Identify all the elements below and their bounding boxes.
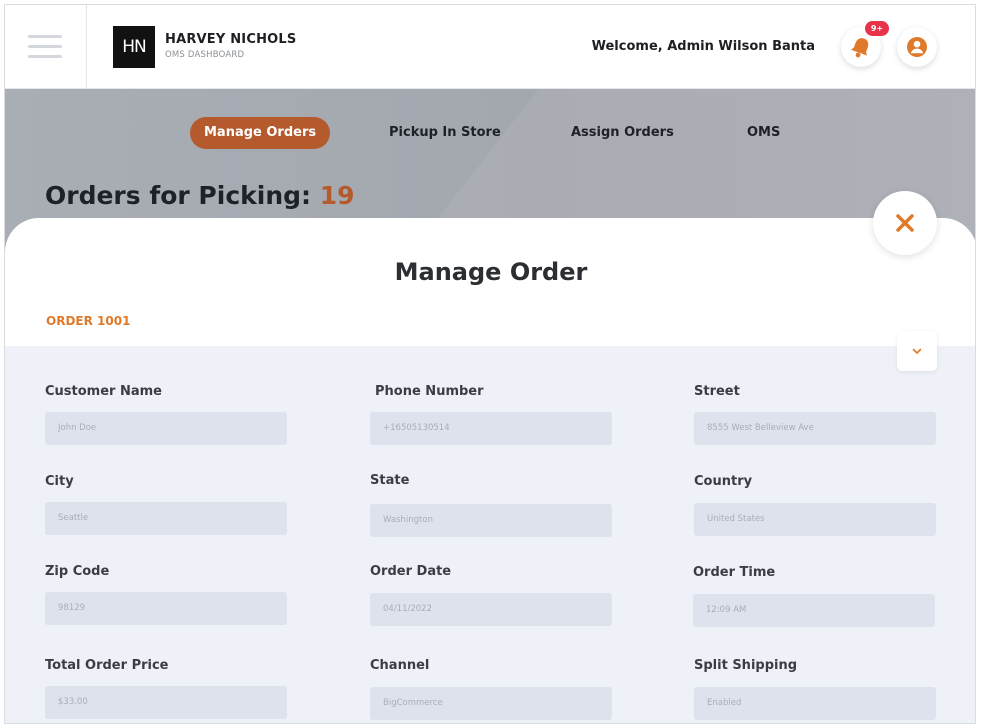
country-field[interactable] — [694, 503, 936, 536]
customer-name-label: Customer Name — [45, 384, 162, 399]
split-shipping-field[interactable] — [694, 687, 936, 720]
channel-field[interactable] — [370, 687, 612, 720]
city-field[interactable] — [45, 502, 287, 535]
menu-icon — [28, 35, 62, 38]
manage-order-modal: Manage Order ORDER 1001 Customer Name Ph… — [5, 218, 975, 723]
app-frame: HN HARVEY NICHOLS OMS DASHBOARD Welcome,… — [4, 4, 976, 724]
modal-title: Manage Order — [394, 258, 588, 286]
customer-name-field[interactable] — [45, 412, 287, 445]
picking-count: 19 — [319, 181, 355, 210]
phone-number-field[interactable] — [370, 412, 612, 445]
order-id: ORDER 1001 — [46, 314, 131, 328]
total-order-price-label: Total Order Price — [45, 658, 169, 673]
channel-label: Channel — [370, 658, 430, 673]
close-modal-button[interactable] — [873, 191, 937, 255]
brand-subtitle: OMS DASHBOARD — [165, 50, 245, 60]
user-profile-button[interactable] — [897, 27, 937, 67]
country-label: Country — [694, 474, 753, 489]
user-icon — [907, 37, 927, 57]
order-date-field[interactable] — [370, 593, 612, 626]
menu-button[interactable] — [5, 5, 87, 89]
tab-pickup-in-store[interactable]: Pickup In Store — [375, 117, 515, 149]
zip-code-field[interactable] — [45, 592, 287, 625]
top-header: HN HARVEY NICHOLS OMS DASHBOARD Welcome,… — [5, 5, 975, 89]
picking-label: Orders for Picking: — [45, 181, 312, 210]
city-label: City — [45, 474, 74, 489]
street-label: Street — [694, 384, 740, 399]
split-shipping-label: Split Shipping — [694, 658, 798, 673]
chevron-down-icon — [912, 348, 922, 354]
collapse-order-button[interactable] — [897, 331, 937, 371]
welcome-message: Welcome, Admin Wilson Banta — [591, 39, 815, 54]
orders-for-picking-heading: Orders for Picking: 19 — [45, 181, 355, 210]
tab-oms[interactable]: OMS — [733, 117, 794, 149]
tab-manage-orders[interactable]: Manage Orders — [190, 117, 331, 149]
street-field[interactable] — [694, 412, 936, 445]
state-label: State — [370, 473, 410, 488]
close-icon — [896, 214, 914, 232]
brand-name: HARVEY NICHOLS — [165, 32, 297, 47]
phone-number-label: Phone Number — [375, 384, 484, 399]
tab-assign-orders[interactable]: Assign Orders — [557, 117, 688, 149]
zip-code-label: Zip Code — [45, 564, 110, 579]
state-field[interactable] — [370, 504, 612, 537]
brand-logo: HN — [113, 26, 155, 68]
total-order-price-field[interactable] — [45, 686, 287, 719]
order-time-field[interactable] — [693, 594, 935, 627]
order-date-label: Order Date — [370, 564, 452, 579]
order-details-form: Customer Name Phone Number Street City S… — [5, 346, 975, 723]
notification-badge: 9+ — [865, 21, 889, 36]
order-time-label: Order Time — [693, 565, 776, 580]
